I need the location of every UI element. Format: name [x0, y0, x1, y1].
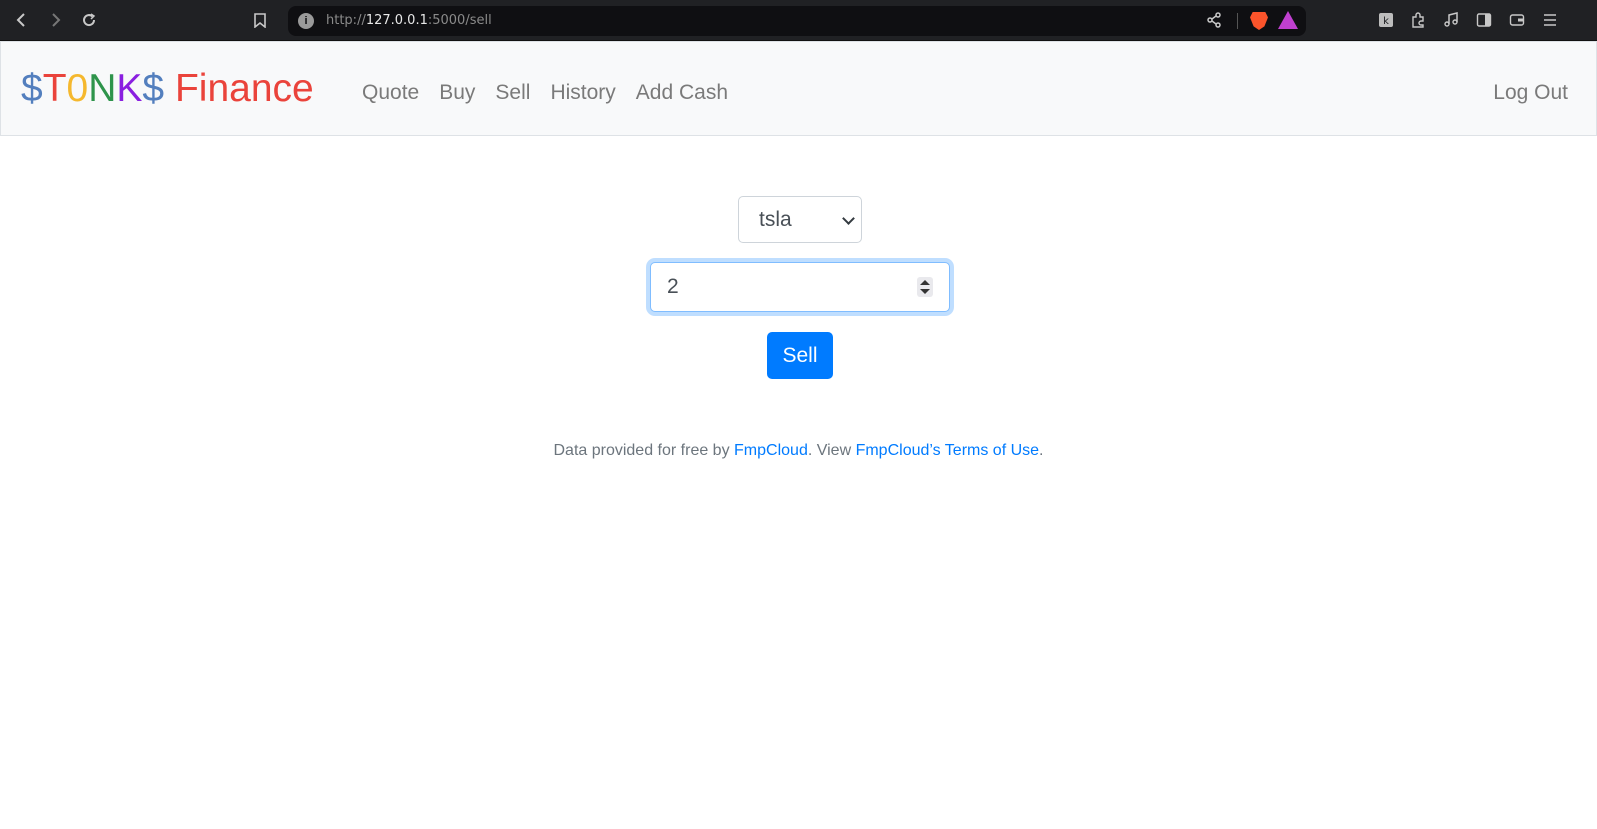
rewards-icon[interactable]: [1278, 11, 1298, 29]
symbol-select[interactable]: tsla: [738, 196, 862, 243]
footer-text-middle: . View: [807, 442, 856, 459]
reload-icon[interactable]: [77, 8, 101, 32]
share-icon[interactable]: [1206, 10, 1222, 34]
shares-input-value: 2: [667, 275, 679, 298]
wallet-icon[interactable]: [1505, 8, 1529, 32]
symbol-select-value: tsla: [759, 208, 792, 231]
url-text: http://127.0.0.1:5000/sell: [326, 13, 492, 28]
sidebar-icon[interactable]: [1472, 8, 1496, 32]
number-stepper-icon[interactable]: [917, 277, 933, 297]
stepper-up-icon[interactable]: [920, 280, 930, 285]
brave-shield-icon[interactable]: [1250, 12, 1268, 30]
forward-icon[interactable]: [43, 8, 67, 32]
fmpcloud-link[interactable]: FmpCloud: [734, 442, 808, 459]
brand-letter: $: [21, 67, 43, 110]
nav-link-quote[interactable]: Quote: [352, 80, 429, 106]
footer: Data provided for free by FmpCloud. View…: [0, 441, 1597, 461]
nav-link-add-cash[interactable]: Add Cash: [626, 80, 738, 106]
menu-icon[interactable]: [1538, 8, 1562, 32]
nav-link-history[interactable]: History: [540, 80, 625, 106]
logout-link[interactable]: Log Out: [1493, 80, 1568, 106]
footer-text-prefix: Data provided for free by: [553, 442, 735, 459]
brand-letter: N: [88, 67, 117, 110]
media-icon[interactable]: [1439, 8, 1463, 32]
brand-letter: K: [116, 67, 143, 110]
bookmark-icon[interactable]: [248, 8, 272, 32]
chevron-down-icon: [842, 212, 855, 225]
footer-text-suffix: .: [1039, 442, 1044, 459]
brand-logo[interactable]: $T0NK$ Finance: [21, 66, 314, 112]
nav-link-buy[interactable]: Buy: [429, 80, 485, 106]
svg-text:k: k: [1383, 16, 1389, 27]
brand-letter: 0: [66, 67, 89, 110]
sell-button[interactable]: Sell: [767, 332, 833, 379]
info-icon[interactable]: i: [298, 13, 314, 29]
brand-word: Finance: [174, 67, 314, 110]
nav-links: Quote Buy Sell History Add Cash: [352, 80, 738, 106]
browser-toolbar: i http://127.0.0.1:5000/sell k: [0, 0, 1597, 41]
url-separator: [1237, 13, 1238, 29]
terms-of-use-link[interactable]: FmpCloud’s Terms of Use: [856, 442, 1039, 459]
brand-letter: T: [42, 67, 67, 110]
leo-icon[interactable]: k: [1374, 8, 1398, 32]
brand-letter: $: [142, 67, 165, 110]
address-bar[interactable]: i http://127.0.0.1:5000/sell: [288, 6, 1306, 36]
navbar: $T0NK$ Finance Quote Buy Sell History Ad…: [0, 41, 1597, 136]
extensions-icon[interactable]: [1406, 8, 1430, 32]
stepper-down-icon[interactable]: [920, 289, 930, 294]
shares-input[interactable]: 2: [650, 262, 950, 312]
nav-link-sell[interactable]: Sell: [485, 80, 540, 106]
back-icon[interactable]: [10, 8, 34, 32]
